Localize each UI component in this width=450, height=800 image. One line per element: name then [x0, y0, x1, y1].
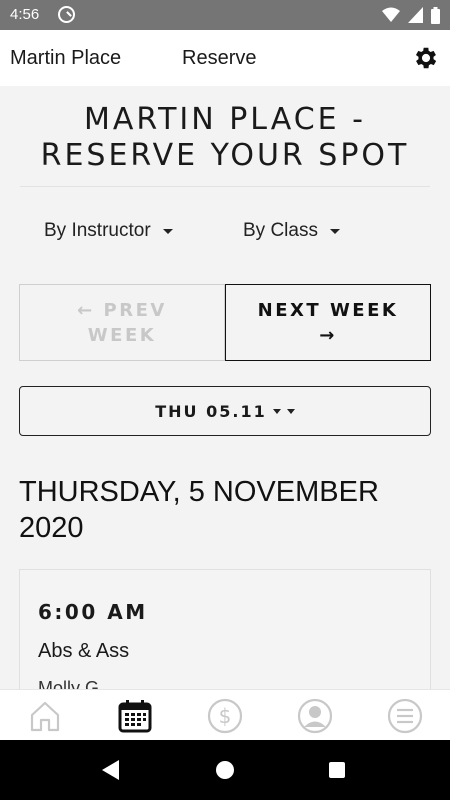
recent-apps-icon[interactable] — [329, 762, 345, 778]
status-bar: 4:56 — [0, 0, 450, 30]
caret-down-icon — [162, 228, 173, 234]
class-time: 6:00 AM — [38, 600, 148, 624]
dollar-icon: $ — [207, 698, 243, 734]
nav-home[interactable] — [26, 697, 64, 735]
caret-down-icon — [329, 228, 340, 234]
day-heading: THURSDAY, 5 NOVEMBER 2020 — [19, 476, 379, 544]
prev-week-button[interactable]: ← PREV WEEK — [19, 284, 225, 361]
gear-icon[interactable] — [412, 44, 440, 72]
next-week-button[interactable]: NEXT WEEK → — [225, 284, 431, 361]
nav-calendar[interactable] — [116, 697, 154, 735]
nav-menu[interactable] — [386, 697, 424, 735]
prev-week-label: ← PREV WEEK — [77, 299, 167, 346]
caret-down-icon — [286, 408, 295, 414]
class-name: Abs & Ass — [38, 640, 130, 662]
profile-icon — [297, 698, 333, 734]
system-nav-bar — [0, 740, 450, 800]
notification-icon — [58, 6, 75, 23]
nav-profile[interactable] — [296, 697, 334, 735]
location-title[interactable]: Martin Place — [10, 47, 121, 70]
app-bar: Martin Place Reserve — [0, 30, 450, 86]
nav-payments[interactable]: $ — [206, 697, 244, 735]
back-icon[interactable] — [102, 760, 119, 780]
home-icon — [30, 701, 60, 732]
status-time: 4:56 — [10, 6, 40, 23]
instructor-filter-label: By Instructor — [44, 220, 151, 241]
divider — [20, 186, 430, 187]
status-icons — [382, 6, 440, 24]
battery-icon — [431, 6, 440, 24]
menu-icon — [387, 698, 423, 734]
svg-text:$: $ — [219, 704, 232, 728]
caret-down-icon — [272, 408, 281, 414]
class-filter-label: By Class — [243, 220, 318, 241]
page-title: MARTIN PLACE - RESERVE YOUR SPOT — [40, 102, 410, 173]
reserve-tab[interactable]: Reserve — [182, 47, 256, 70]
next-week-label: NEXT WEEK → — [257, 299, 399, 346]
calendar-icon — [118, 700, 152, 733]
wifi-icon — [382, 7, 400, 22]
class-filter[interactable]: By Class — [243, 220, 340, 242]
signal-icon — [408, 7, 423, 23]
date-select-value: THU 05.11 — [155, 401, 267, 421]
instructor-filter[interactable]: By Instructor — [44, 220, 173, 242]
date-select[interactable]: THU 05.11 — [19, 386, 431, 436]
home-button-icon[interactable] — [216, 761, 234, 779]
bottom-nav: $ — [0, 689, 450, 740]
